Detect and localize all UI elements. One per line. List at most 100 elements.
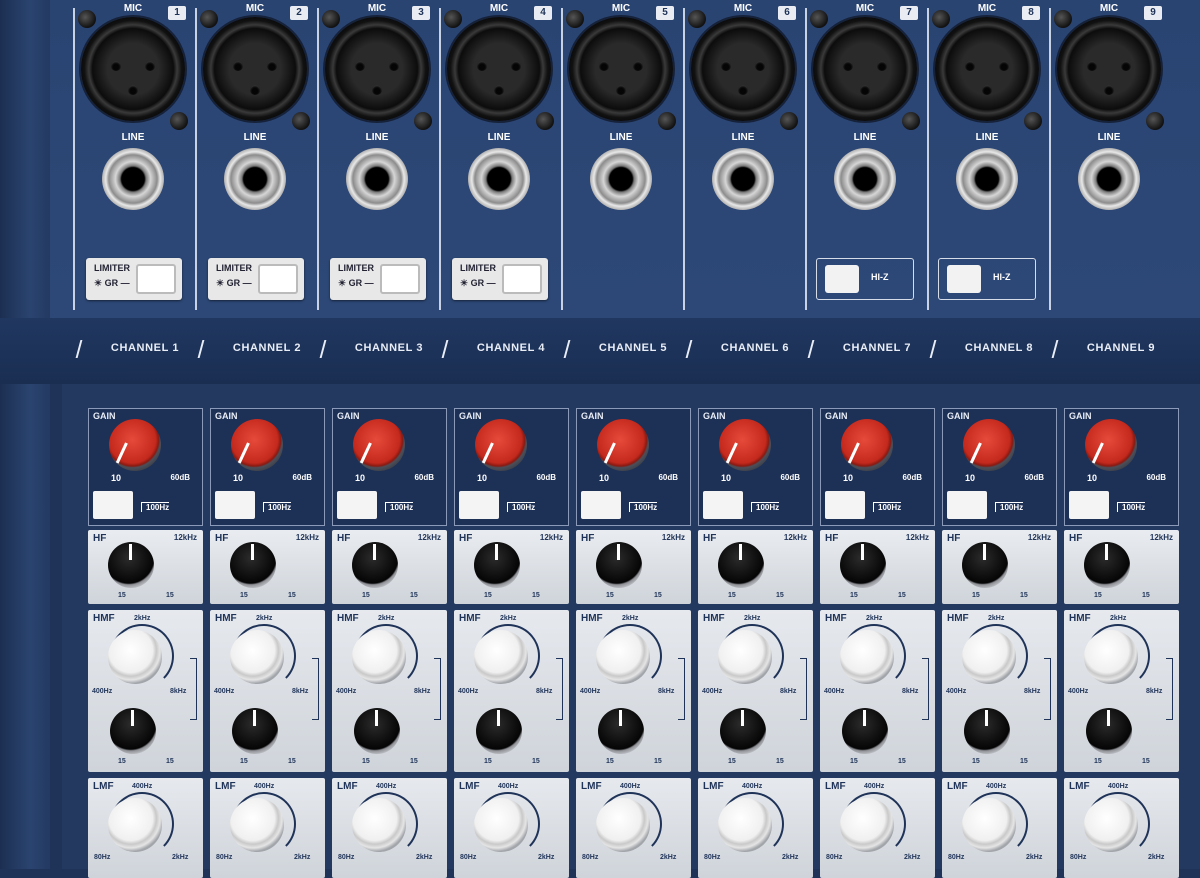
line-input-jack[interactable]: [712, 148, 774, 210]
limiter-button[interactable]: [136, 264, 176, 294]
hf-gain-knob[interactable]: [718, 542, 764, 588]
channel-control-strip: GAIN 10 60dB 100Hz HF 12kHz 15 15 HMF 2kHz 400Hz 8k…: [452, 384, 574, 878]
high-pass-button[interactable]: [581, 491, 621, 519]
lmf-frequency-knob[interactable]: [108, 798, 162, 852]
hmf-frequency-knob[interactable]: [108, 630, 162, 684]
gain-min-label: 10: [599, 473, 610, 483]
high-pass-button[interactable]: [825, 491, 865, 519]
limiter-button[interactable]: [502, 264, 542, 294]
line-input-jack[interactable]: [1078, 148, 1140, 210]
line-input-jack[interactable]: [468, 148, 530, 210]
gain-knob[interactable]: [963, 419, 1015, 471]
lmf-label: LMF: [459, 781, 480, 792]
hmf-gain-knob[interactable]: [720, 708, 766, 754]
hf-gain-knob[interactable]: [230, 542, 276, 588]
hmf-gain-knob[interactable]: [110, 708, 156, 754]
gain-knob[interactable]: [1085, 419, 1137, 471]
hf-gain-knob[interactable]: [962, 542, 1008, 588]
hmf-gain-knob[interactable]: [476, 708, 522, 754]
hmf-frequency-knob[interactable]: [718, 630, 772, 684]
lmf-frequency-knob[interactable]: [718, 798, 772, 852]
gain-section: GAIN 10 60dB 100Hz: [1064, 408, 1179, 526]
gain-knob[interactable]: [597, 419, 649, 471]
high-pass-button[interactable]: [337, 491, 377, 519]
xlr-mic-input[interactable]: [325, 17, 429, 121]
hmf-frequency-knob[interactable]: [840, 630, 894, 684]
hmf-gain-knob[interactable]: [964, 708, 1010, 754]
limiter-switch[interactable]: LIMITER ☀ GR —: [86, 258, 182, 300]
hmf-frequency-knob[interactable]: [962, 630, 1016, 684]
lmf-frequency-knob[interactable]: [1084, 798, 1138, 852]
hmf-frequency-knob[interactable]: [352, 630, 406, 684]
line-label: LINE: [853, 132, 877, 143]
xlr-mic-input[interactable]: [1057, 17, 1161, 121]
hf-label: HF: [93, 533, 107, 544]
xlr-latch-screw: [444, 10, 462, 28]
hi-z-switch[interactable]: HI-Z: [938, 258, 1036, 300]
hf-gain-knob[interactable]: [840, 542, 886, 588]
hmf-gain-knob[interactable]: [1086, 708, 1132, 754]
high-pass-button[interactable]: [1069, 491, 1109, 519]
hmf-frequency-knob[interactable]: [230, 630, 284, 684]
high-pass-button[interactable]: [947, 491, 987, 519]
channel-control-strip: GAIN 10 60dB 100Hz HF 12kHz 15 15 HMF 2kHz 400Hz 8k…: [818, 384, 940, 878]
hf-gain-knob[interactable]: [596, 542, 642, 588]
hf-gain-knob[interactable]: [108, 542, 154, 588]
hmf-eq-section: HMF 2kHz 400Hz 8kHz 15 15: [576, 610, 691, 772]
hf-gain-knob[interactable]: [1084, 542, 1130, 588]
hmf-gain-knob[interactable]: [842, 708, 888, 754]
xlr-mic-input[interactable]: [569, 17, 673, 121]
xlr-mic-input[interactable]: [447, 17, 551, 121]
gain-knob[interactable]: [475, 419, 527, 471]
lmf-frequency-knob[interactable]: [230, 798, 284, 852]
line-input-jack[interactable]: [956, 148, 1018, 210]
hf-gain-knob[interactable]: [352, 542, 398, 588]
lmf-frequency-knob[interactable]: [474, 798, 528, 852]
line-input-jack[interactable]: [590, 148, 652, 210]
gain-knob[interactable]: [231, 419, 283, 471]
xlr-mic-input[interactable]: [935, 17, 1039, 121]
high-pass-button[interactable]: [703, 491, 743, 519]
xlr-pin: [1104, 85, 1114, 95]
limiter-switch[interactable]: LIMITER ☀ GR —: [452, 258, 548, 300]
gain-knob[interactable]: [719, 419, 771, 471]
hf-range-high: 15: [654, 592, 662, 599]
gain-knob[interactable]: [841, 419, 893, 471]
hi-z-switch[interactable]: HI-Z: [816, 258, 914, 300]
hmf-frequency-knob[interactable]: [474, 630, 528, 684]
hi-z-button[interactable]: [825, 265, 859, 293]
gain-knob[interactable]: [109, 419, 161, 471]
limiter-switch[interactable]: LIMITER ☀ GR —: [330, 258, 426, 300]
xlr-mic-input[interactable]: [203, 17, 307, 121]
high-pass-button[interactable]: [215, 491, 255, 519]
high-pass-button[interactable]: [93, 491, 133, 519]
hmf-frequency-knob[interactable]: [596, 630, 650, 684]
line-input-jack[interactable]: [346, 148, 408, 210]
hmf-gain-knob[interactable]: [354, 708, 400, 754]
strip-divider: [927, 8, 929, 310]
channel-label: CHANNEL 5: [598, 342, 668, 354]
limiter-switch[interactable]: LIMITER ☀ GR —: [208, 258, 304, 300]
xlr-mic-input[interactable]: [691, 17, 795, 121]
line-input-jack[interactable]: [834, 148, 896, 210]
limiter-button[interactable]: [258, 264, 298, 294]
gain-knob[interactable]: [353, 419, 405, 471]
lmf-frequency-knob[interactable]: [962, 798, 1016, 852]
xlr-mic-input[interactable]: [813, 17, 917, 121]
limiter-button[interactable]: [380, 264, 420, 294]
lmf-frequency-knob[interactable]: [596, 798, 650, 852]
lmf-eq-section: LMF 400Hz 80Hz 2kHz: [1064, 778, 1179, 878]
hmf-gain-knob[interactable]: [598, 708, 644, 754]
lmf-frequency-knob[interactable]: [840, 798, 894, 852]
hi-z-button[interactable]: [947, 265, 981, 293]
lmf-frequency-knob[interactable]: [352, 798, 406, 852]
hmf-gain-knob[interactable]: [232, 708, 278, 754]
strip-divider: [195, 8, 197, 310]
xlr-mic-input[interactable]: [81, 17, 185, 121]
gain-min-label: 10: [965, 473, 976, 483]
line-input-jack[interactable]: [102, 148, 164, 210]
high-pass-button[interactable]: [459, 491, 499, 519]
hmf-frequency-knob[interactable]: [1084, 630, 1138, 684]
hf-gain-knob[interactable]: [474, 542, 520, 588]
line-input-jack[interactable]: [224, 148, 286, 210]
